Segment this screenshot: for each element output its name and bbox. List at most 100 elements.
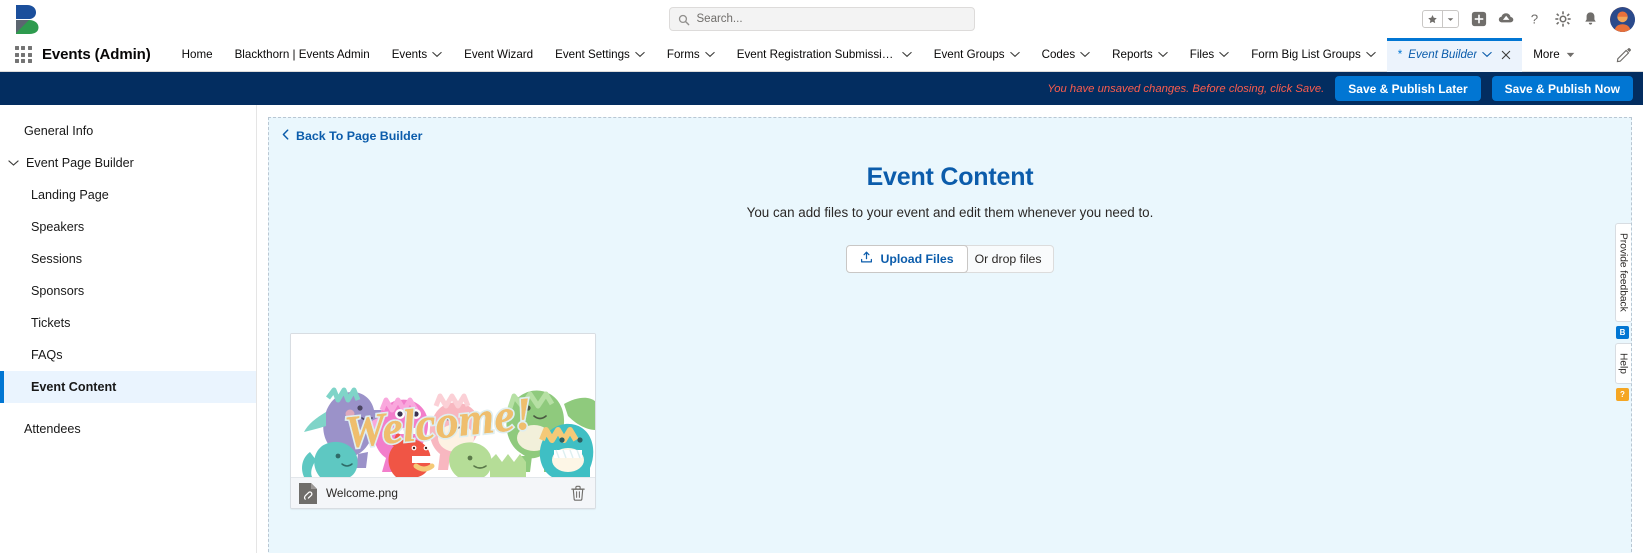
provide-feedback-label: Provide feedback	[1617, 233, 1629, 312]
back-to-page-builder-link[interactable]: Back To Page Builder	[282, 129, 422, 143]
sidebar-item-landing-page[interactable]: Landing Page	[0, 179, 256, 211]
nav-item-label: Event Wizard	[464, 48, 534, 61]
cloud-upload-icon[interactable]	[1498, 11, 1515, 28]
right-rail: Provide feedback B Help ?	[1614, 223, 1631, 401]
nav-item-label: Event Registration Submissio...	[736, 48, 897, 61]
help-tab[interactable]: Help	[1614, 342, 1631, 384]
nav-item-event-wizard[interactable]: Event Wizard	[453, 38, 544, 72]
sidebar-item-general-info[interactable]: General Info	[0, 115, 256, 147]
upload-icon	[860, 251, 873, 267]
chevron-down-icon[interactable]	[1482, 48, 1492, 61]
sidebar-item-label: Event Page Builder	[26, 156, 134, 170]
nav-item-reports[interactable]: Reports	[1101, 38, 1179, 72]
plus-square-icon[interactable]	[1470, 11, 1487, 28]
unsaved-marker: *	[1397, 48, 1403, 61]
chevron-down-icon[interactable]	[1009, 48, 1020, 61]
nav-item-forms[interactable]: Forms	[656, 38, 726, 72]
chevron-down-icon[interactable]	[635, 48, 645, 61]
file-name-label: Welcome.png	[326, 486, 398, 500]
global-search-placeholder: Search...	[696, 13, 743, 25]
nav-item-label: Blackthorn | Events Admin	[234, 48, 370, 61]
attachment-file-icon	[299, 482, 317, 504]
nav-item-label: Events	[391, 48, 428, 61]
file-thumbnail[interactable]: Welcome! Welcome!	[291, 334, 595, 477]
nav-item-label: Codes	[1041, 48, 1076, 61]
drop-files-hint[interactable]: Or drop files	[963, 245, 1054, 274]
nav-item-codes[interactable]: Codes	[1031, 38, 1102, 72]
unsaved-changes-bar: You have unsaved changes. Before closing…	[0, 72, 1643, 105]
chevron-left-icon	[282, 129, 289, 143]
provide-feedback-tab[interactable]: Provide feedback	[1614, 223, 1631, 322]
nav-item-files[interactable]: Files	[1179, 38, 1240, 72]
main-content: Back To Page Builder Event Content You c…	[257, 105, 1643, 553]
sidebar-item-tickets[interactable]: Tickets	[0, 307, 256, 339]
nav-item-blackthorn-events-admin[interactable]: Blackthorn | Events Admin	[224, 38, 381, 72]
sidebar-item-label: FAQs	[31, 348, 63, 362]
nav-item-form-big-list-groups[interactable]: Form Big List Groups	[1240, 38, 1387, 72]
app-launcher-icon[interactable]	[10, 45, 36, 65]
question-mark-icon[interactable]: ?	[1526, 11, 1543, 28]
avatar[interactable]	[1610, 6, 1635, 32]
caret-down-icon[interactable]	[1443, 11, 1458, 27]
sidebar-item-sessions[interactable]: Sessions	[0, 243, 256, 275]
gear-icon[interactable]	[1554, 11, 1571, 28]
page-subtitle: You can add files to your event and edit…	[746, 205, 1154, 220]
nav-item-list: Home Blackthorn | Events Admin Events Ev…	[171, 37, 1643, 72]
nav-item-label: Event Groups	[933, 48, 1005, 61]
nav-item-label: Form Big List Groups	[1251, 48, 1361, 61]
event-sidebar: General Info Event Page Builder Landing …	[0, 105, 257, 553]
sidebar-item-faqs[interactable]: FAQs	[0, 339, 256, 371]
nav-item-event-builder[interactable]: * Event Builder	[1386, 37, 1523, 72]
chevron-down-icon[interactable]	[705, 48, 715, 61]
bell-icon[interactable]	[1582, 11, 1599, 28]
chevron-down-icon[interactable]	[1219, 48, 1229, 61]
nav-item-events[interactable]: Events	[381, 38, 453, 72]
sidebar-item-sponsors[interactable]: Sponsors	[0, 275, 256, 307]
favorites-control[interactable]	[1422, 10, 1459, 28]
close-icon[interactable]	[1501, 50, 1511, 60]
upload-files-button[interactable]: Upload Files	[846, 245, 968, 274]
upload-files-label: Upload Files	[880, 252, 954, 267]
trash-icon[interactable]	[569, 484, 587, 502]
chevron-down-icon[interactable]	[1366, 48, 1376, 61]
sidebar-item-label: Speakers	[31, 220, 85, 234]
nav-item-home[interactable]: Home	[171, 38, 224, 72]
feedback-badge-label: B	[1619, 327, 1626, 337]
nav-item-event-groups[interactable]: Event Groups	[923, 38, 1031, 72]
nav-item-label: Event Builder	[1408, 48, 1478, 61]
sidebar-item-attendees[interactable]: Attendees	[0, 413, 256, 445]
nav-more-button[interactable]: More	[1522, 48, 1585, 61]
help-label: Help	[1617, 352, 1629, 374]
nav-item-event-settings[interactable]: Event Settings	[544, 38, 656, 72]
nav-item-event-registration-submissions[interactable]: Event Registration Submissio...	[726, 38, 923, 72]
global-header: Search... ?	[0, 0, 1643, 38]
chevron-down-icon[interactable]	[1158, 48, 1168, 61]
body: General Info Event Page Builder Landing …	[0, 105, 1643, 553]
chevron-down-icon[interactable]	[902, 48, 912, 61]
sidebar-item-speakers[interactable]: Speakers	[0, 211, 256, 243]
file-card-footer: Welcome.png	[291, 477, 595, 508]
upload-control-group: Upload Files Or drop files	[846, 245, 1054, 274]
chevron-down-icon[interactable]	[432, 48, 442, 61]
chevron-down-icon[interactable]	[1080, 48, 1090, 61]
file-card[interactable]: Welcome! Welcome! Welcome.png	[290, 333, 596, 509]
global-search[interactable]: Search...	[668, 7, 975, 31]
pencil-icon[interactable]	[1615, 46, 1633, 64]
welcome-dinosaurs-illustration: Welcome! Welcome!	[291, 334, 595, 477]
sidebar-item-event-page-builder[interactable]: Event Page Builder	[0, 147, 256, 179]
global-search-box[interactable]: Search...	[668, 7, 975, 31]
nav-more-label: More	[1533, 48, 1560, 61]
blackthorn-logo[interactable]	[12, 3, 42, 35]
nav-item-label: Files	[1189, 48, 1215, 61]
save-and-publish-later-button[interactable]: Save & Publish Later	[1335, 76, 1481, 101]
save-and-publish-now-button[interactable]: Save & Publish Now	[1491, 76, 1633, 101]
star-icon[interactable]	[1423, 11, 1442, 27]
help-badge-icon[interactable]: ?	[1616, 387, 1629, 401]
feedback-badge-icon[interactable]: B	[1616, 325, 1629, 339]
help-badge-label: ?	[1620, 389, 1625, 399]
app-name: Events (Admin)	[42, 46, 151, 63]
sidebar-item-label: Tickets	[31, 316, 71, 330]
sidebar-item-event-content[interactable]: Event Content	[0, 371, 256, 403]
chevron-down-icon[interactable]	[6, 156, 20, 170]
